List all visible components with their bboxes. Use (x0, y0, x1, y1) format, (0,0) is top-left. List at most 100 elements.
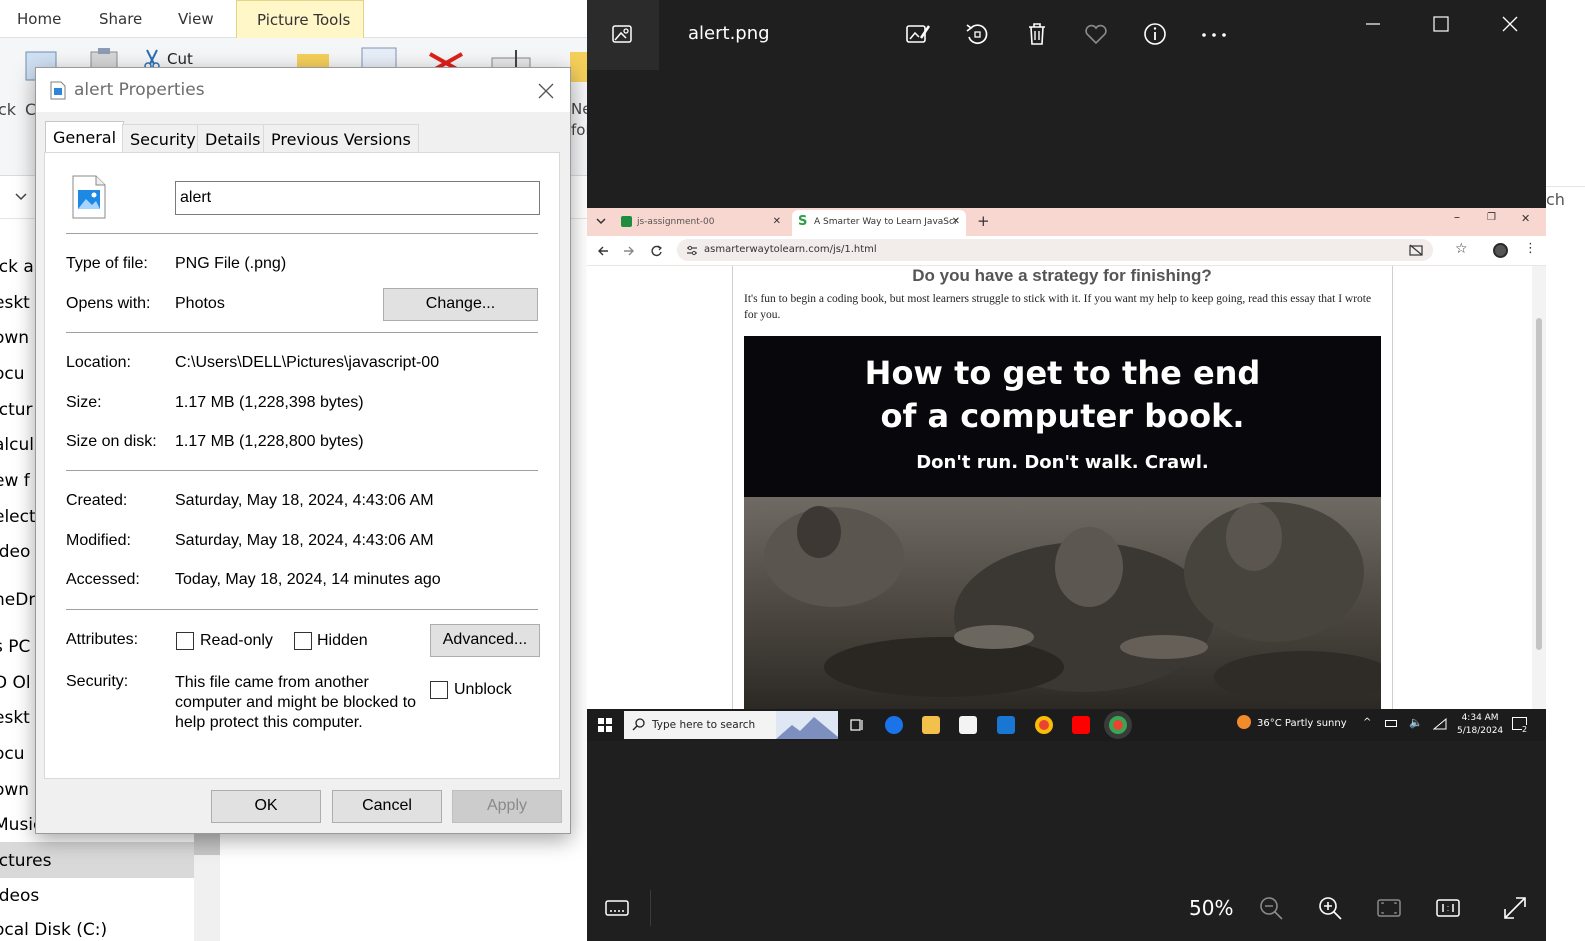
info-icon[interactable] (1141, 20, 1169, 48)
forward-arrow-icon[interactable] (623, 245, 635, 257)
ribbon-tab-picture-tools[interactable]: Picture Tools (236, 0, 364, 38)
nav-item-new-folder[interactable]: ew f (0, 471, 30, 491)
filmstrip-icon[interactable] (603, 894, 631, 922)
rotate-icon[interactable] (963, 20, 991, 48)
ribbon-tab-share[interactable]: Share (99, 10, 142, 28)
youtube-icon[interactable] (1072, 716, 1090, 734)
site-settings-icon[interactable] (686, 245, 698, 256)
clock-time: 4:34 AM (1461, 713, 1499, 723)
browser-menu-icon[interactable]: ⋮ (1524, 241, 1537, 256)
back-arrow-icon[interactable] (597, 245, 609, 257)
read-only-label[interactable]: Read-only (200, 632, 273, 650)
close-icon[interactable] (532, 78, 560, 104)
mail-icon[interactable] (997, 716, 1015, 734)
browser-minimize-icon[interactable]: – (1454, 210, 1460, 224)
taskbar-search-box[interactable]: Type here to search (624, 711, 838, 739)
tab-general[interactable]: General (45, 121, 125, 153)
actual-size-icon[interactable] (1434, 894, 1462, 922)
nav-item-documents[interactable]: ocu (0, 364, 25, 384)
type-of-file-value: PNG File (.png) (175, 255, 287, 272)
close-icon[interactable] (1496, 10, 1524, 38)
favorite-heart-icon[interactable] (1082, 20, 1110, 48)
advanced-button[interactable]: Advanced... (430, 624, 540, 657)
nav-item-quick-access[interactable]: ick a (0, 257, 34, 277)
browser-tab-smarter-way[interactable]: S A Smarter Way to Learn JavaScr ✕ (792, 210, 966, 236)
nav-item-documents-2[interactable]: ocu (0, 744, 25, 764)
nav-item-desktop[interactable]: eskt (0, 293, 30, 313)
fullscreen-icon[interactable] (1501, 894, 1529, 922)
maximize-icon[interactable] (1427, 10, 1455, 38)
page-scrollbar-thumb[interactable] (1536, 318, 1542, 650)
apply-button[interactable]: Apply (452, 790, 562, 823)
more-icon[interactable] (1200, 20, 1228, 48)
cut-label[interactable]: Cut (167, 50, 193, 68)
search-icon (632, 718, 645, 731)
browser-restore-icon[interactable]: ❐ (1487, 212, 1496, 223)
browser-close-icon[interactable]: ✕ (1521, 212, 1530, 225)
read-only-checkbox[interactable] (176, 632, 194, 650)
microsoft-store-icon[interactable] (959, 716, 977, 734)
edit-image-icon[interactable] (904, 20, 932, 48)
unblock-checkbox[interactable] (430, 681, 448, 699)
nav-item-videos[interactable]: ideo (0, 542, 30, 562)
close-tab-icon[interactable]: ✕ (952, 216, 960, 227)
tray-chevron-icon[interactable]: ^ (1363, 717, 1371, 728)
cancel-button[interactable]: Cancel (332, 790, 442, 823)
windows-start-icon[interactable] (598, 718, 612, 732)
new-tab-plus-icon[interactable]: + (977, 212, 990, 230)
tab-search-chevron-icon[interactable] (595, 217, 607, 227)
edge-browser-icon[interactable] (885, 716, 903, 734)
ribbon-tab-home[interactable]: Home (17, 10, 61, 28)
camera-off-icon[interactable] (1409, 244, 1423, 256)
page-scrollbar[interactable] (1532, 266, 1546, 709)
unblock-label[interactable]: Unblock (454, 681, 512, 699)
weather-text[interactable]: 36°C Partly sunny (1257, 718, 1347, 729)
nav-item-selected[interactable]: elect (0, 507, 36, 527)
file-explorer-icon[interactable] (922, 716, 940, 734)
nav-item-desktop-2[interactable]: eskt (0, 708, 30, 728)
nav-item-downloads-2[interactable]: own (0, 780, 29, 800)
minimize-icon[interactable] (1359, 10, 1387, 38)
hidden-checkbox[interactable] (294, 632, 312, 650)
zoom-in-icon[interactable] (1316, 894, 1344, 922)
nav-item-pictures-2[interactable]: ictures (0, 851, 51, 871)
taskbar-clock[interactable]: 4:34 AM 5/18/2024 (1457, 712, 1503, 738)
chrome-active-icon[interactable] (1109, 716, 1127, 734)
reload-icon[interactable] (650, 244, 663, 257)
displayed-image[interactable]: js-assignment-00 ✕ S A Smarter Way to Le… (587, 208, 1546, 741)
nav-item-calculator[interactable]: alcul (0, 435, 34, 455)
chevron-down-icon[interactable] (14, 191, 28, 203)
nav-item-pictures[interactable]: ictur (0, 400, 33, 420)
chrome-icon[interactable] (1035, 716, 1053, 734)
profile-avatar[interactable] (1493, 243, 1508, 258)
change-button[interactable]: Change... (383, 288, 538, 321)
file-name-input[interactable] (175, 181, 540, 215)
tab-details[interactable]: Details (197, 124, 269, 152)
bookmark-star-icon[interactable]: ☆ (1455, 241, 1468, 257)
search-box-clipped[interactable]: ch (1546, 190, 1565, 209)
hidden-label[interactable]: Hidden (317, 632, 368, 650)
dialog-title-bar[interactable]: alert Properties (36, 68, 570, 112)
battery-icon[interactable] (1385, 720, 1397, 727)
nav-item-3d-objects[interactable]: D Ol (0, 673, 31, 693)
promo-headline-line1: How to get to the end (864, 354, 1261, 392)
task-view-icon[interactable] (848, 716, 866, 734)
ribbon-tab-view[interactable]: View (178, 10, 214, 28)
ok-button[interactable]: OK (211, 790, 321, 823)
photos-app-button[interactable] (587, 0, 659, 70)
promo-banner[interactable]: How to get to the end of a computer book… (744, 336, 1381, 709)
zoom-out-icon[interactable] (1257, 894, 1285, 922)
nav-item-this-pc[interactable]: s PC (0, 637, 30, 657)
nav-item-local-disk[interactable]: ocal Disk (C:) (0, 920, 107, 940)
nav-item-downloads[interactable]: own (0, 328, 29, 348)
fit-to-window-icon[interactable] (1375, 894, 1403, 922)
close-tab-icon[interactable]: ✕ (773, 216, 781, 227)
url-bar[interactable]: asmarterwaytolearn.com/js/1.html (677, 239, 1433, 261)
browser-tab-assignment[interactable]: js-assignment-00 ✕ (615, 210, 787, 236)
wifi-icon[interactable] (1433, 718, 1447, 730)
nav-item-videos-2[interactable]: ideos (0, 886, 39, 906)
tab-previous-versions[interactable]: Previous Versions (263, 124, 419, 152)
tab-security[interactable]: Security (122, 124, 204, 152)
volume-icon[interactable]: 🔈 (1409, 716, 1423, 729)
delete-icon[interactable] (1023, 20, 1051, 48)
